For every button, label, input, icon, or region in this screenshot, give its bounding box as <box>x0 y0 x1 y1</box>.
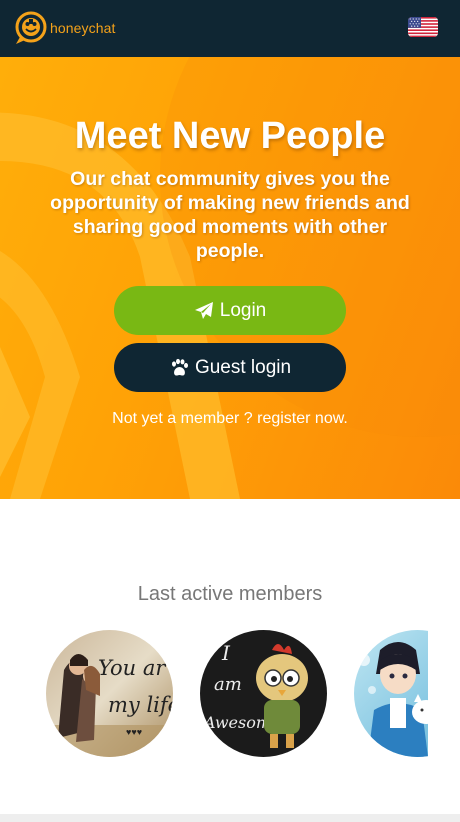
guest-login-button[interactable]: Guest login <box>114 343 346 392</box>
member-avatar-chicken[interactable]: I am Awesome <box>200 630 327 757</box>
guest-login-button-label: Guest login <box>194 356 292 378</box>
svg-text:my life: my life <box>108 693 173 717</box>
hero-section: Meet New People Our chat community gives… <box>0 57 460 499</box>
honeychat-logo-icon <box>15 11 47 44</box>
brand-name: honeychat <box>50 20 116 36</box>
member-avatar-couple[interactable]: You ar my life ♥♥♥ <box>46 630 173 757</box>
svg-text:I: I <box>221 641 231 665</box>
hero-subtitle: Our chat community gives you the opportu… <box>50 168 410 262</box>
top-navbar: honeychat <box>0 0 460 57</box>
hero-title: Meet New People <box>74 115 386 157</box>
last-active-members-title: Last active members <box>137 583 323 605</box>
login-button[interactable]: Login <box>114 286 346 335</box>
us-flag-icon[interactable] <box>408 17 438 37</box>
members-carousel[interactable]: You ar my life ♥♥♥ I am Awesome <box>46 630 428 758</box>
footer-edge <box>0 814 460 822</box>
svg-text:am: am <box>214 674 242 695</box>
svg-text:♥♥♥: ♥♥♥ <box>126 727 142 737</box>
brand-logo-link[interactable]: honeychat <box>12 9 116 47</box>
svg-text:You ar: You ar <box>98 656 167 680</box>
paw-icon <box>171 358 188 376</box>
register-link[interactable]: Not yet a member ? register now. <box>0 410 460 428</box>
member-avatar-anime[interactable] <box>354 630 428 757</box>
paper-plane-icon <box>194 301 213 319</box>
login-button-label: Login <box>219 299 267 321</box>
